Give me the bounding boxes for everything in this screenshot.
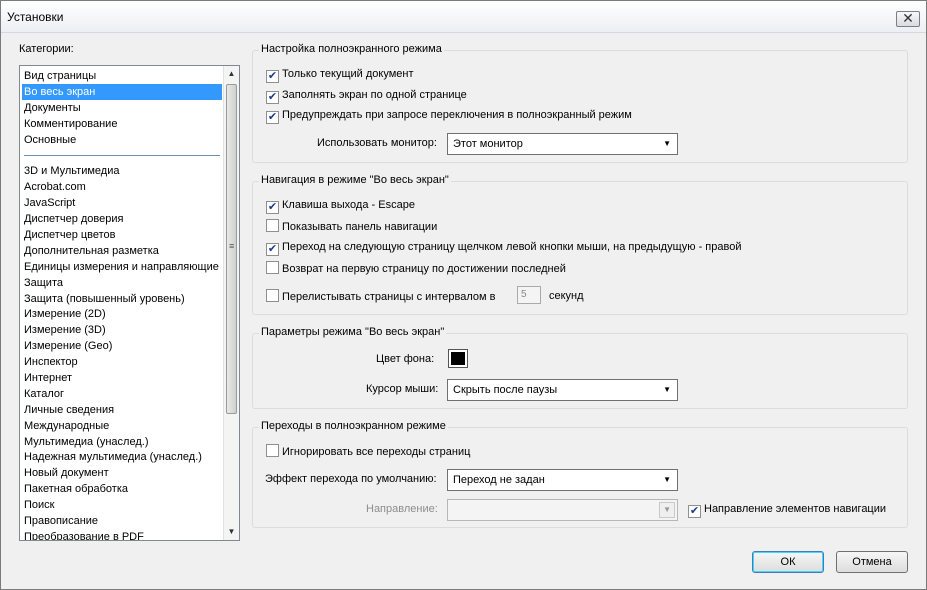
current-doc-only-label: Только текущий документ <box>282 68 414 80</box>
scroll-thumb[interactable]: ≡ <box>226 84 237 414</box>
nav-direction-option[interactable]: Направление элементов навигации <box>688 502 887 518</box>
fill-screen-checkbox[interactable] <box>266 91 279 104</box>
escape-exit-label: Клавиша выхода - Escape <box>282 199 415 211</box>
monitor-select-value: Этот монитор <box>453 138 523 150</box>
grip-icon: ≡ <box>229 241 235 251</box>
category-item[interactable]: Документы <box>22 100 222 116</box>
current-doc-only-option[interactable]: Только текущий документ <box>266 67 414 83</box>
ignore-transitions-option[interactable]: Игнорировать все переходы страниц <box>266 444 470 458</box>
show-nav-bar-option[interactable]: Показывать панель навигации <box>266 219 437 233</box>
fill-screen-label: Заполнять экран по одной странице <box>282 89 467 101</box>
category-item[interactable]: Мультимедиа (унаслед.) <box>22 434 222 450</box>
ok-button[interactable]: ОК <box>752 551 824 573</box>
escape-exit-option[interactable]: Клавиша выхода - Escape <box>266 198 415 214</box>
direction-label: Направление: <box>366 503 438 515</box>
loop-after-last-checkbox[interactable] <box>266 261 279 274</box>
advance-interval-checkbox[interactable] <box>266 289 279 302</box>
ignore-transitions-label: Игнорировать все переходы страниц <box>282 446 471 458</box>
current-doc-only-checkbox[interactable] <box>266 70 279 83</box>
category-item[interactable]: Надежная мультимедиа (унаслед.) <box>22 449 222 465</box>
categories-list[interactable]: Вид страницы Во весь экран Документы Ком… <box>19 65 240 541</box>
escape-exit-checkbox[interactable] <box>266 201 279 214</box>
nav-direction-label: Направление элементов навигации <box>704 503 887 515</box>
window-title: Установки <box>7 10 64 24</box>
appearance-title: Параметры режима "Во весь экран" <box>259 326 447 338</box>
chevron-down-icon: ▼ <box>663 475 671 484</box>
bg-color-label: Цвет фона: <box>376 353 435 365</box>
show-nav-bar-label: Показывать панель навигации <box>282 221 438 233</box>
category-item[interactable]: Дополнительная разметка <box>22 243 222 259</box>
category-item[interactable]: Измерение (Geo) <box>22 338 222 354</box>
category-item[interactable]: Инспектор <box>22 354 222 370</box>
category-item[interactable]: Основные <box>22 132 222 148</box>
interval-seconds-input[interactable]: 5 <box>517 286 541 304</box>
transitions-title: Переходы в полноэкранном режиме <box>259 420 448 432</box>
category-item[interactable]: Интернет <box>22 370 222 386</box>
category-item[interactable]: Acrobat.com <box>22 179 222 195</box>
category-item[interactable]: Измерение (3D) <box>22 322 222 338</box>
category-item[interactable]: Новый документ <box>22 465 222 481</box>
category-item-selected[interactable]: Во весь экран <box>22 83 222 100</box>
category-item[interactable]: Преобразование в PDF <box>22 529 222 540</box>
ignore-transitions-checkbox[interactable] <box>266 444 279 457</box>
category-item[interactable]: Диспетчер доверия <box>22 211 222 227</box>
default-effect-label: Эффект перехода по умолчанию: <box>265 473 437 485</box>
advance-interval-label: Перелистывать страницы с интервалом в <box>282 291 496 303</box>
category-item[interactable]: Личные сведения <box>22 402 222 418</box>
bg-color-swatch[interactable] <box>448 349 468 368</box>
category-item[interactable]: Каталог <box>22 386 222 402</box>
warn-on-switch-checkbox[interactable] <box>266 111 279 124</box>
click-advance-option[interactable]: Переход на следующую страницу щелчком ле… <box>266 240 742 256</box>
category-item[interactable]: Единицы измерения и направляющие <box>22 259 222 275</box>
category-item[interactable]: Защита (повышенный уровень) <box>22 291 222 307</box>
cursor-select-value: Скрыть после паузы <box>453 384 558 396</box>
scroll-down-arrow-icon[interactable]: ▼ <box>224 524 239 540</box>
close-button[interactable]: ✕ <box>896 11 920 27</box>
scroll-up-arrow-icon[interactable]: ▲ <box>224 66 239 82</box>
category-item[interactable]: Международные <box>22 418 222 434</box>
category-item[interactable]: Пакетная обработка <box>22 481 222 497</box>
fill-screen-option[interactable]: Заполнять экран по одной странице <box>266 88 467 104</box>
categories-scrollbar[interactable]: ▲ ≡ ▼ <box>223 66 239 540</box>
category-item[interactable]: JavaScript <box>22 195 222 211</box>
default-effect-value: Переход не задан <box>453 474 545 486</box>
category-item[interactable]: Защита <box>22 275 222 291</box>
categories-label: Категории: <box>19 43 74 55</box>
categories-items: Вид страницы Во весь экран Документы Ком… <box>22 68 222 540</box>
category-separator <box>24 155 220 157</box>
category-item[interactable]: Измерение (2D) <box>22 306 222 322</box>
nav-direction-checkbox[interactable] <box>688 505 701 518</box>
show-nav-bar-checkbox[interactable] <box>266 219 279 232</box>
category-item[interactable]: 3D и Мультимедиа <box>22 163 222 179</box>
fullscreen-setup-title: Настройка полноэкранного режима <box>259 43 444 55</box>
advance-interval-option[interactable]: Перелистывать страницы с интервалом в <box>266 289 495 303</box>
direction-select[interactable]: ▼ <box>447 499 678 521</box>
cancel-button[interactable]: Отмена <box>836 551 908 573</box>
warn-on-switch-label: Предупреждать при запросе переключения в… <box>282 109 632 121</box>
category-item[interactable]: Правописание <box>22 513 222 529</box>
category-item[interactable]: Поиск <box>22 497 222 513</box>
monitor-select[interactable]: Этот монитор ▼ <box>447 133 678 155</box>
click-advance-checkbox[interactable] <box>266 243 279 256</box>
seconds-unit-label: секунд <box>549 290 584 302</box>
loop-after-last-label: Возврат на первую страницу по достижении… <box>282 263 566 275</box>
title-bar: Установки ✕ <box>1 1 926 33</box>
category-item[interactable]: Диспетчер цветов <box>22 227 222 243</box>
category-item[interactable]: Вид страницы <box>22 68 222 84</box>
bg-color-fill <box>451 352 465 365</box>
category-item[interactable]: Комментирование <box>22 116 222 132</box>
monitor-label: Использовать монитор: <box>317 137 437 149</box>
cursor-label: Курсор мыши: <box>366 383 439 395</box>
click-advance-label: Переход на следующую страницу щелчком ле… <box>282 241 742 253</box>
chevron-down-icon: ▼ <box>663 139 671 148</box>
warn-on-switch-option[interactable]: Предупреждать при запросе переключения в… <box>266 108 632 124</box>
chevron-down-icon: ▼ <box>663 505 671 514</box>
close-icon: ✕ <box>902 10 914 26</box>
cursor-select[interactable]: Скрыть после паузы ▼ <box>447 379 678 401</box>
default-effect-select[interactable]: Переход не задан ▼ <box>447 469 678 491</box>
navigation-title: Навигация в режиме "Во весь экран" <box>259 174 451 186</box>
chevron-down-icon: ▼ <box>663 385 671 394</box>
loop-after-last-option[interactable]: Возврат на первую страницу по достижении… <box>266 261 566 275</box>
preferences-dialog: Установки ✕ Категории: Вид страницы Во в… <box>0 0 927 590</box>
